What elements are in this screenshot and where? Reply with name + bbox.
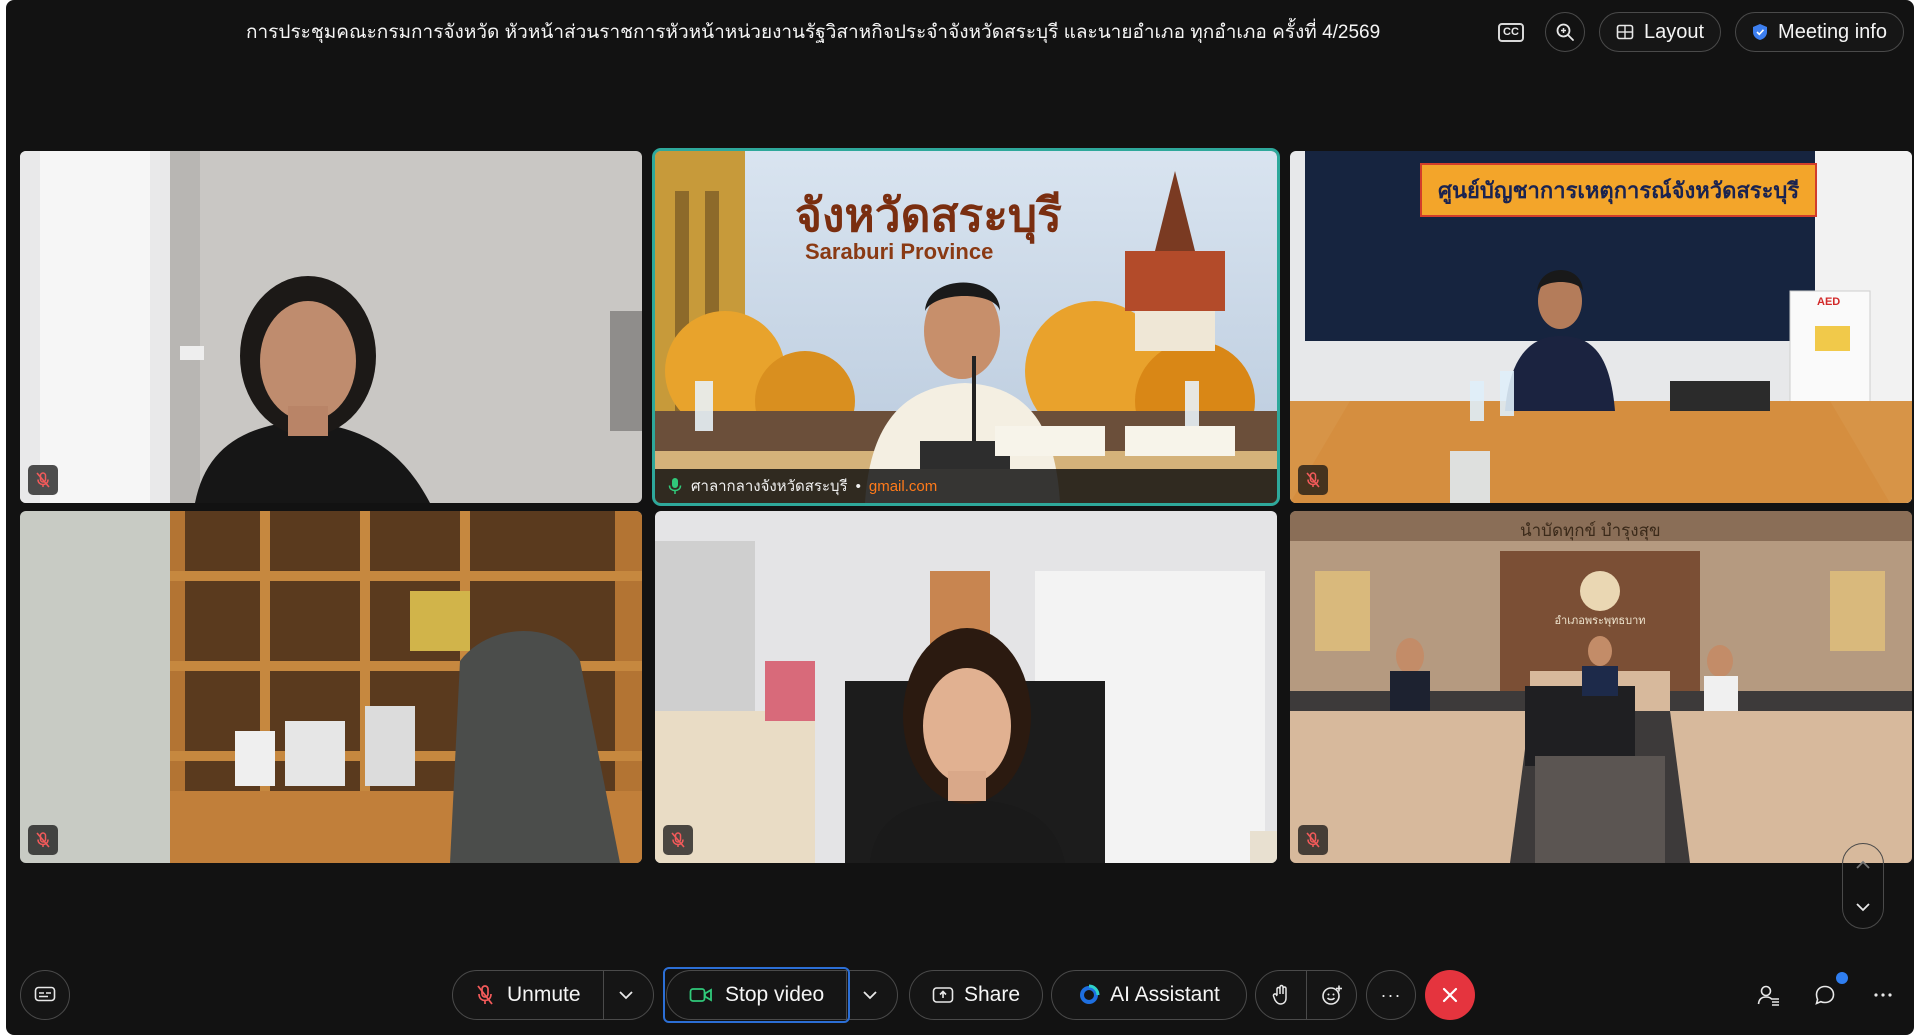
- stop-video-label: Stop video: [725, 983, 825, 1006]
- raise-hand-icon: [1272, 984, 1287, 1005]
- muted-indicator: [28, 465, 58, 495]
- video-tile-5[interactable]: [655, 511, 1277, 863]
- name-separator: •: [855, 477, 861, 495]
- meeting-info-button[interactable]: Meeting info: [1735, 12, 1904, 52]
- participant-video: [655, 511, 1277, 863]
- unmute-button[interactable]: Unmute: [453, 971, 603, 1019]
- muted-indicator: [28, 825, 58, 855]
- layout-label: Layout: [1643, 20, 1705, 43]
- meeting-controls-bar: Unmute Stop video Share AI Assistant ···: [6, 967, 1914, 1023]
- video-tile-4[interactable]: [20, 511, 642, 863]
- chat-notification-badge: [1836, 972, 1848, 984]
- scroll-down-button[interactable]: [1848, 892, 1878, 922]
- scroll-up-button[interactable]: [1848, 850, 1878, 880]
- mic-off-icon: [477, 985, 493, 1005]
- meeting-window: การประชุมคณะกรมการจังหวัด หัวหน้าส่วนราช…: [6, 0, 1914, 1035]
- aed-sign: AED: [1817, 296, 1841, 308]
- raise-hand-button[interactable]: [1256, 971, 1306, 1019]
- chat-button[interactable]: [1800, 970, 1850, 1020]
- more-options-button[interactable]: ···: [1366, 970, 1416, 1020]
- participant-email: gmail.com: [868, 477, 938, 495]
- zoom-button[interactable]: [1544, 12, 1585, 52]
- top-right-controls: CC Layout Meeting info: [1491, 12, 1904, 52]
- layout-grid-icon: [1616, 24, 1634, 40]
- share-button[interactable]: Share: [909, 970, 1043, 1020]
- meeting-title: การประชุมคณะกรมการจังหวัด หัวหน้าส่วนราช…: [246, 22, 1381, 43]
- captions-icon: [34, 986, 56, 1002]
- cc-icon: CC: [1498, 22, 1524, 42]
- video-tile-3[interactable]: ศูนย์บัญชาการเหตุการณ์จังหวัดสระบุรี AED: [1290, 151, 1912, 503]
- captions-panel-button[interactable]: [20, 970, 70, 1020]
- reactions-group: [1255, 970, 1357, 1020]
- mic-off-icon: [1306, 472, 1320, 488]
- command-center-banner: ศูนย์บัญชาการเหตุการณ์จังหวัดสระบุรี: [1420, 163, 1818, 217]
- emoji-add-icon: [1321, 985, 1342, 1005]
- video-options-button[interactable]: [846, 971, 892, 1019]
- leave-meeting-button[interactable]: [1425, 970, 1475, 1020]
- mic-off-icon: [1306, 832, 1320, 848]
- muted-indicator: [1298, 465, 1328, 495]
- participants-icon: [1757, 985, 1779, 1006]
- audio-control: Unmute: [452, 970, 654, 1020]
- mic-on-icon: [668, 478, 682, 494]
- ellipsis-icon: ···: [1380, 984, 1402, 1005]
- grid-page-scroller: [1842, 843, 1884, 929]
- video-tile-2-active-speaker[interactable]: จังหวัดสระบุรี Saraburi Province ศาลากลา…: [652, 148, 1280, 506]
- participants-button[interactable]: [1744, 970, 1794, 1020]
- video-tile-1[interactable]: [20, 151, 642, 503]
- share-label: Share: [963, 983, 1021, 1006]
- backdrop-province-subtitle: Saraburi Province: [805, 239, 994, 264]
- share-screen-icon: [932, 987, 954, 1003]
- participant-video: [20, 511, 642, 863]
- chevron-down-icon: [619, 991, 633, 1000]
- mic-off-icon: [36, 832, 50, 848]
- unmute-label: Unmute: [507, 983, 581, 1006]
- ellipsis-icon: [1874, 993, 1892, 997]
- video-camera-icon: [689, 988, 712, 1002]
- wall-inscription: นำบัดทุกข์ บำรุงสุข: [1520, 521, 1661, 540]
- muted-indicator: [1298, 825, 1328, 855]
- captions-button[interactable]: CC: [1491, 12, 1531, 52]
- stop-video-button[interactable]: Stop video: [663, 967, 851, 1023]
- chevron-down-icon: [1856, 903, 1870, 912]
- participant-video: [20, 151, 642, 503]
- meeting-info-label: Meeting info: [1778, 20, 1887, 43]
- audio-options-button[interactable]: [602, 971, 649, 1019]
- muted-indicator: [663, 825, 693, 855]
- district-emblem-text: อำเภอพระพุทธบาท: [1554, 615, 1646, 627]
- chevron-down-icon: [863, 991, 877, 1000]
- ai-assistant-icon: [1080, 984, 1100, 1004]
- mic-off-icon: [671, 832, 685, 848]
- video-tile-6[interactable]: นำบัดทุกข์ บำรุงสุข อำเภอพระพุทธบาท: [1290, 511, 1912, 863]
- mic-off-icon: [36, 472, 50, 488]
- layout-button[interactable]: Layout: [1598, 12, 1722, 52]
- close-icon: [1442, 987, 1458, 1003]
- chevron-up-icon: [1856, 860, 1870, 869]
- more-panels-button[interactable]: [1858, 970, 1908, 1020]
- participant-name: ศาลากลางจังหวัดสระบุรี: [691, 478, 848, 495]
- participant-video: [1290, 511, 1912, 863]
- participant-name-bar: ศาลากลางจังหวัดสระบุรี • gmail.com: [655, 469, 1277, 503]
- video-control: Stop video: [663, 967, 898, 1023]
- ai-assistant-button[interactable]: AI Assistant: [1051, 970, 1247, 1020]
- shield-icon: [1753, 24, 1768, 40]
- chat-bubble-icon: [1815, 985, 1835, 1005]
- ai-assistant-label: AI Assistant: [1110, 983, 1220, 1006]
- zoom-in-icon: [1556, 23, 1574, 41]
- reactions-button[interactable]: [1306, 971, 1356, 1019]
